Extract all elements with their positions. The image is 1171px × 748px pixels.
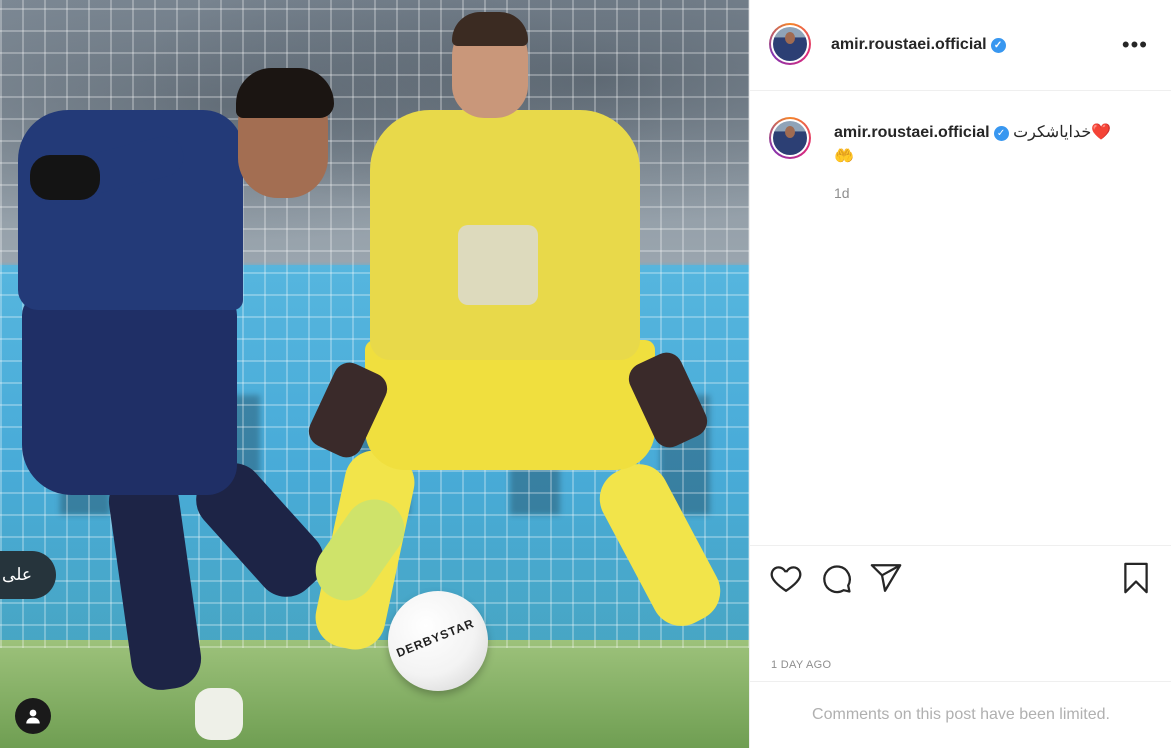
comment-button[interactable] bbox=[819, 561, 853, 595]
header-username[interactable]: amir.roustaei.official bbox=[831, 36, 987, 53]
user-tag-icon bbox=[26, 709, 40, 724]
caption-avatar-image bbox=[773, 121, 807, 155]
striker-jersey bbox=[18, 110, 243, 310]
comment-icon bbox=[823, 565, 851, 594]
save-button[interactable] bbox=[1119, 561, 1153, 595]
goalkeeper-hair bbox=[452, 12, 528, 46]
share-icon bbox=[870, 564, 902, 592]
post-side-panel: amir.roustaei.official ✓ ••• amir.roustae… bbox=[749, 0, 1171, 748]
grass-pitch bbox=[0, 640, 749, 748]
user-tag-button[interactable] bbox=[15, 698, 51, 734]
comments-limited-text: Comments on this post have been limited. bbox=[812, 706, 1110, 723]
goalkeeper-crest bbox=[458, 225, 538, 305]
striker-hair bbox=[236, 68, 334, 118]
ball-brand-text: DERBYSTAR bbox=[394, 616, 477, 660]
like-button[interactable] bbox=[769, 561, 803, 595]
caption: amir.roustaei.official ✓ خدایاشکرت❤️ 🤲 bbox=[834, 121, 1154, 169]
photo-tag-text: علی bbox=[2, 565, 32, 584]
comments-limited-notice: Comments on this post have been limited. bbox=[750, 681, 1171, 748]
caption-emoji: 🤲 bbox=[834, 148, 854, 165]
verified-badge-icon: ✓ bbox=[990, 38, 1006, 53]
post-photo[interactable]: DERBYSTAR علی bbox=[0, 0, 749, 748]
caption-username[interactable]: amir.roustaei.official bbox=[834, 124, 990, 141]
soccer-ball: DERBYSTAR bbox=[388, 591, 488, 691]
caption-avatar[interactable] bbox=[769, 117, 811, 159]
heart-icon bbox=[770, 566, 802, 593]
post-date[interactable]: 1 DAY AGO bbox=[771, 659, 831, 671]
striker-shorts bbox=[22, 295, 237, 495]
striker-glove bbox=[30, 155, 100, 200]
header-username-row: amir.roustaei.official ✓ bbox=[831, 36, 1006, 54]
caption-timestamp[interactable]: 1d bbox=[834, 185, 850, 201]
share-button[interactable] bbox=[869, 561, 903, 595]
photo-tag-label[interactable]: علی bbox=[0, 551, 56, 599]
bookmark-icon bbox=[1124, 562, 1148, 594]
action-bar bbox=[750, 545, 1171, 608]
post-header: amir.roustaei.official ✓ ••• bbox=[750, 0, 1171, 91]
more-options-icon[interactable]: ••• bbox=[1122, 34, 1148, 56]
avatar-image bbox=[773, 27, 807, 61]
caption-verified-badge-icon: ✓ bbox=[993, 126, 1009, 141]
caption-text: خدایاشکرت❤️ bbox=[1013, 124, 1112, 141]
avatar[interactable] bbox=[769, 23, 811, 65]
striker-boot-standing bbox=[195, 688, 243, 740]
